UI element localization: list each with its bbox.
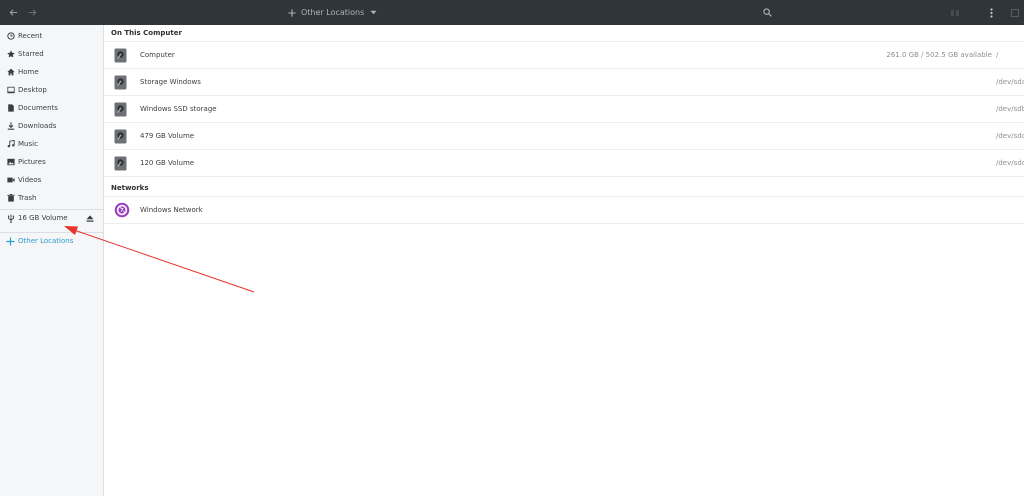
pictures-icon [6,158,15,167]
location-row-479gb-volume[interactable]: 479 GB Volume /dev/sdc [104,123,1024,150]
sidebar-item-other-locations[interactable]: Other Locations [0,232,103,250]
search-button[interactable] [760,0,774,25]
sidebar-item-label: Music [18,140,38,148]
sidebar-item-label: 16 GB Volume [18,214,68,222]
location-row-storage-windows[interactable]: Storage Windows /dev/sda [104,69,1024,96]
sidebar-item-downloads[interactable]: Downloads [0,117,103,135]
menu-button[interactable] [984,0,998,25]
maximize-button[interactable] [1008,0,1022,25]
location-label: 479 GB Volume [140,132,195,140]
sidebar-item-starred[interactable]: Starred [0,45,103,63]
drive-icon [114,129,127,148]
location-row-computer[interactable]: Computer 261.0 GB / 502.5 GB available / [104,42,1024,69]
device-path: / [996,51,999,59]
location-label: Windows Network [140,206,203,214]
clock-icon [6,32,15,41]
download-icon [6,122,15,131]
sidebar-item-label: Starred [18,50,44,58]
home-icon [6,68,15,77]
drive-icon [114,102,127,121]
sidebar-item-label: Trash [18,194,37,202]
sidebar-item-label: Other Locations [18,237,74,245]
location-label: Computer [140,51,175,59]
location-row-120gb-volume[interactable]: 120 GB Volume /dev/sdd [104,150,1024,177]
view-options-button[interactable] [948,0,962,25]
sidebar-item-label: Recent [18,32,43,40]
sidebar-item-label: Videos [18,176,42,184]
plus-icon [288,8,296,17]
forward-button[interactable] [25,0,39,25]
kebab-menu-icon [989,7,993,18]
search-icon [762,8,772,17]
device-path: /dev/sdc [996,132,1024,140]
plus-icon [6,236,15,246]
chevron-down-icon [370,10,377,15]
sidebar-item-trash[interactable]: Trash [0,189,103,207]
sidebar-item-home[interactable]: Home [0,63,103,81]
network-icon [114,202,130,222]
back-button[interactable] [6,0,20,25]
sidebar-item-label: Desktop [18,86,47,94]
section-title-networks: Networks [111,184,149,192]
device-path: /dev/sdb [996,105,1024,113]
location-label: Windows SSD storage [140,105,217,113]
back-arrow-icon [9,8,18,17]
section-title-on-this-computer: On This Computer [111,29,182,37]
sidebar-item-pictures[interactable]: Pictures [0,153,103,171]
trash-icon [6,194,15,203]
drive-icon [114,156,127,175]
document-icon [6,104,15,113]
location-row-windows-network[interactable]: Windows Network [104,197,1024,224]
sidebar: Recent Starred Home Desktop Documents Do… [0,25,104,496]
location-label: 120 GB Volume [140,159,195,167]
eject-icon[interactable] [86,214,94,222]
maximize-icon [1011,8,1019,17]
drive-icon [114,48,127,67]
location-label: Storage Windows [140,78,201,86]
sidebar-item-recent[interactable]: Recent [0,27,103,45]
drive-icon [114,75,127,94]
view-options-icon [951,10,959,16]
sidebar-item-documents[interactable]: Documents [0,99,103,117]
star-icon [6,50,15,59]
usb-icon [6,214,15,223]
location-button[interactable]: Other Locations [288,0,377,25]
sidebar-item-label: Downloads [18,122,57,130]
desktop-icon [6,86,15,95]
sidebar-item-label: Documents [18,104,58,112]
sidebar-item-label: Pictures [18,158,46,166]
location-row-windows-ssd-storage[interactable]: Windows SSD storage /dev/sdb [104,96,1024,123]
device-path: /dev/sda [996,78,1024,86]
location-label: Other Locations [301,8,365,17]
device-path: /dev/sdd [996,159,1024,167]
video-icon [6,176,15,185]
sidebar-item-music[interactable]: Music [0,135,103,153]
main-content: On This Computer Computer 261.0 GB / 502… [104,25,1024,496]
music-icon [6,140,15,149]
sidebar-item-label: Home [18,68,39,76]
sidebar-item-desktop[interactable]: Desktop [0,81,103,99]
forward-arrow-icon [28,8,37,17]
header-bar: Other Locations [0,0,1024,25]
sidebar-item-16gb-volume[interactable]: 16 GB Volume [0,209,103,227]
storage-info: 261.0 GB / 502.5 GB available [886,51,992,59]
sidebar-item-videos[interactable]: Videos [0,171,103,189]
